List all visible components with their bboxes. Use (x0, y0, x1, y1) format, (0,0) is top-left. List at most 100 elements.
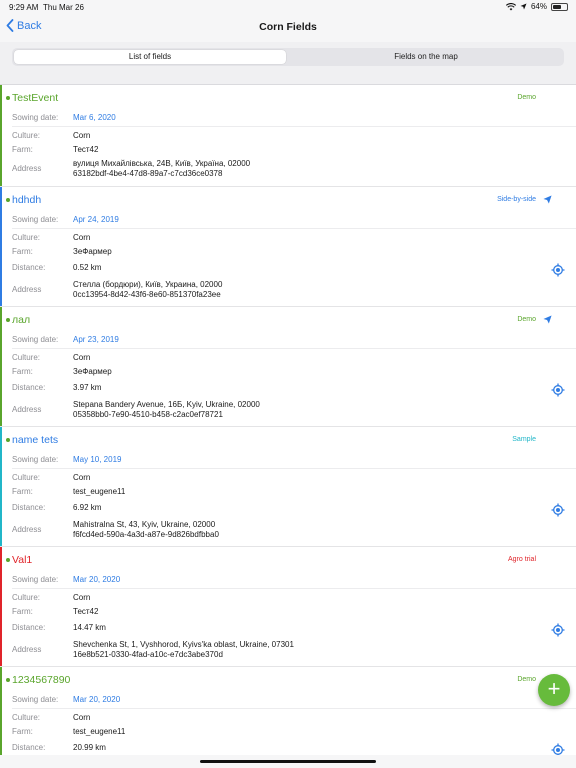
plus-icon: + (547, 676, 561, 701)
field-name: лал (12, 314, 31, 326)
address-label: Address (12, 285, 42, 294)
culture-value: Corn (73, 131, 91, 140)
address-line: Shevchenka St, 1, Vyshhorod, Kyivs'ka ob… (73, 640, 294, 649)
distance-label: Distance: (12, 743, 46, 752)
culture-value: Corn (73, 593, 91, 602)
battery-icon (551, 2, 568, 11)
sowing-label: Sowing date: (12, 335, 59, 344)
home-bar (0, 755, 576, 768)
status-dot (6, 678, 10, 682)
location-arrow-icon (520, 3, 527, 10)
battery-fill (553, 4, 561, 9)
culture-value: Corn (73, 713, 91, 722)
add-field-button[interactable]: + (538, 674, 570, 706)
sowing-label: Sowing date: (12, 113, 59, 122)
distance-label: Distance: (12, 383, 46, 392)
address-line: вулиця Михайлівська, 24В, Київ, Україна,… (73, 159, 251, 168)
farm-label: Farm: (12, 487, 33, 496)
field-card[interactable]: 1234567890 Demo Sowing date: Mar 20, 202… (0, 667, 576, 755)
field-id: 16e8b521-0330-4fad-a10c-e7dc3abe370d (73, 650, 223, 659)
distance-value: 3.97 km (73, 383, 102, 392)
status-dot (6, 558, 10, 562)
type-badge: Demo (517, 94, 536, 101)
address-line: Mahistralna St, 43, Kyiv, Ukraine, 02000 (73, 520, 216, 529)
address-value: Shevchenka St, 1, Vyshhorod, Kyivs'ka ob… (73, 640, 294, 660)
type-badge: Demo (517, 316, 536, 323)
field-card[interactable]: name tets Sample Sowing date: May 10, 20… (0, 427, 576, 547)
culture-label: Culture: (12, 233, 41, 242)
culture-value: Corn (73, 473, 91, 482)
farm-label: Farm: (12, 727, 33, 736)
type-badge: Demo (517, 676, 536, 683)
status-dot (6, 318, 10, 322)
farm-label: Farm: (12, 367, 33, 376)
field-name: name tets (12, 434, 59, 446)
locate-icon[interactable] (551, 263, 565, 277)
field-id: 63182bdf-4be4-47d8-89a7-c7cd36ce0378 (73, 169, 223, 178)
locate-icon[interactable] (551, 503, 565, 517)
type-badge: Sample (512, 436, 536, 443)
distance-label: Distance: (12, 503, 46, 512)
field-card[interactable]: лал Demo Sowing date: Apr 23, 2019 Cultu… (0, 307, 576, 427)
culture-label: Culture: (12, 593, 41, 602)
address-line: Стелла (бордюри), Київ, Украина, 02000 (73, 280, 223, 289)
address-value: Стелла (бордюри), Київ, Украина, 02000 0… (73, 280, 222, 300)
battery-percent: 64% (530, 2, 547, 11)
field-id: 0cc13954-8d42-43f6-8e60-851370fa23ee (73, 290, 221, 299)
address-line: Stepana Bandery Avenue, 16Б, Kyiv, Ukrai… (73, 400, 260, 409)
status-dot (6, 198, 10, 202)
distance-value: 6.92 km (73, 503, 102, 512)
farm-value: test_eugene11 (73, 487, 126, 496)
status-right: 64% (505, 2, 568, 11)
culture-label: Culture: (12, 473, 41, 482)
status-dot (6, 438, 10, 442)
navigation-bar: Back Corn Fields (0, 14, 576, 42)
address-label: Address (12, 164, 42, 173)
sowing-label: Sowing date: (12, 695, 59, 704)
farm-value: ЗеФармер (73, 247, 112, 256)
color-stripe (0, 187, 2, 306)
culture-label: Culture: (12, 713, 41, 722)
divider (12, 126, 576, 127)
paper-plane-icon[interactable] (543, 315, 552, 324)
tab-list-of-fields[interactable]: List of fields (14, 50, 286, 64)
field-id: 05358bb0-7e90-4510-b458-c2ac0ef78721 (73, 410, 223, 419)
sowing-label: Sowing date: (12, 215, 59, 224)
farm-value: ЗеФармер (73, 367, 112, 376)
field-card[interactable]: TestEvent Demo Sowing date: Mar 6, 2020 … (0, 85, 576, 187)
sowing-label: Sowing date: (12, 455, 59, 464)
field-name: hdhdh (12, 194, 42, 206)
field-list[interactable]: TestEvent Demo Sowing date: Mar 6, 2020 … (0, 85, 576, 755)
farm-label: Farm: (12, 247, 33, 256)
farm-label: Farm: (12, 607, 33, 616)
divider (12, 588, 576, 589)
home-indicator[interactable] (200, 760, 376, 763)
sowing-date: Apr 23, 2019 (73, 335, 119, 344)
segment-bar: List of fields Fields on the map (0, 42, 576, 85)
field-name: Val1 (12, 554, 33, 566)
distance-value: 14.47 km (73, 623, 106, 632)
status-time: 9:29 AM (9, 3, 39, 12)
farm-value: Тест42 (73, 607, 99, 616)
address-label: Address (12, 525, 42, 534)
color-stripe (0, 427, 2, 546)
address-value: Stepana Bandery Avenue, 16Б, Kyiv, Ukrai… (73, 400, 260, 420)
field-name: TestEvent (12, 92, 59, 104)
distance-label: Distance: (12, 623, 46, 632)
field-card[interactable]: Val1 Agro trial Sowing date: Mar 20, 202… (0, 547, 576, 667)
status-date: Thu Mar 26 (43, 3, 84, 12)
tab-fields-on-map[interactable]: Fields on the map (290, 50, 562, 64)
locate-icon[interactable] (551, 743, 565, 755)
sowing-date: Mar 6, 2020 (73, 113, 116, 122)
view-segmented-control: List of fields Fields on the map (12, 48, 564, 66)
type-badge: Agro trial (507, 556, 536, 563)
locate-icon[interactable] (551, 623, 565, 637)
locate-icon[interactable] (551, 383, 565, 397)
divider (12, 228, 576, 229)
distance-label: Distance: (12, 263, 46, 272)
page-title: Corn Fields (259, 21, 317, 33)
divider (12, 708, 576, 709)
field-card[interactable]: hdhdh Side-by-side Sowing date: Apr 24, … (0, 187, 576, 307)
paper-plane-icon[interactable] (543, 195, 552, 204)
distance-value: 20.99 km (73, 743, 106, 752)
